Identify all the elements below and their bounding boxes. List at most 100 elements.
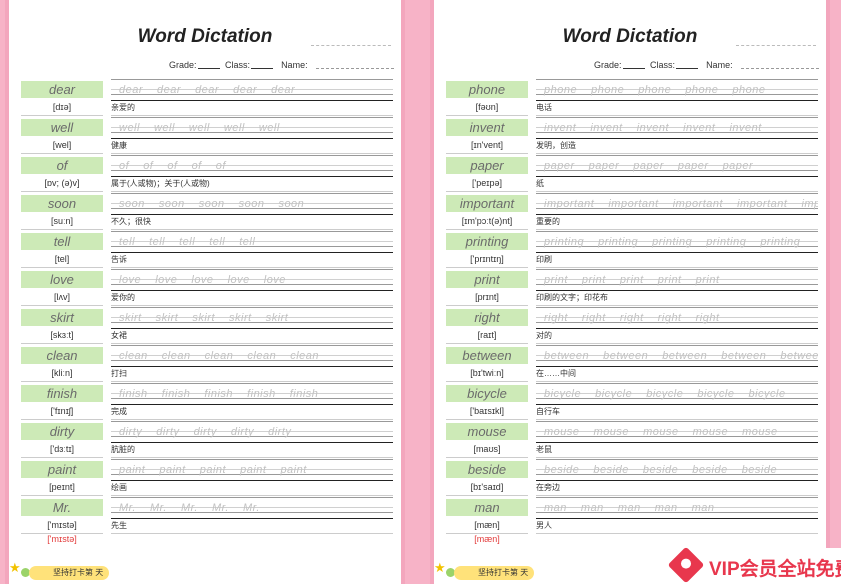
trace-word: invent [544, 122, 577, 134]
tracing-line[interactable]: soon soon soon soon soon [111, 193, 393, 215]
tracing-line[interactable]: print print print print print [536, 269, 818, 291]
grade-blank[interactable] [197, 68, 220, 69]
check-in-badge: 坚持打卡第 天 [29, 566, 110, 580]
grade-label: Grade: [594, 60, 622, 70]
trace-word: important [801, 198, 818, 210]
extra-phonetic: [mæn] [474, 534, 500, 544]
meaning-label: 自行车 [536, 404, 818, 420]
trace-word: beside [741, 464, 778, 476]
word-label: right [446, 309, 528, 326]
trace-word: skirt [155, 312, 179, 324]
grade-blank[interactable] [622, 68, 645, 69]
tracing-line[interactable]: paint paint paint paint paint [111, 459, 393, 481]
phonetic-label: ['baɪsɪkl] [446, 404, 528, 420]
tracing-line[interactable]: mouse mouse mouse mouse mouse [536, 421, 818, 443]
tracing-line[interactable]: well well well well well [111, 117, 393, 139]
trace-word: right [581, 312, 606, 324]
word-label: skirt [21, 309, 103, 326]
word-entry: soon [suːn] soon soon soon soon soon 不久；很快 [21, 193, 393, 231]
phonetic-label: [ɪm'pɔːt(ə)nt] [446, 214, 528, 230]
trace-word: paint [280, 464, 307, 476]
trace-word: love [155, 274, 178, 286]
word-label: tell [21, 233, 103, 250]
meaning-label: 发明，创造 [536, 138, 818, 154]
trace-word: bicycle [748, 388, 786, 400]
name-blank[interactable] [315, 68, 394, 69]
phonetic-label: [ɪn'vent] [446, 138, 528, 154]
tracing-line[interactable]: paper paper paper paper paper [536, 155, 818, 177]
tracing-line[interactable]: right right right right right [536, 307, 818, 329]
phonetic-label: ['dɜːtɪ] [21, 442, 103, 458]
trace-word: clean [161, 350, 191, 362]
trace-word: tell [119, 236, 136, 248]
phonetic-label: ['fɪnɪʃ] [21, 404, 103, 420]
phonetic-label: [suːn] [21, 214, 103, 230]
phonetic-label: [fəʊn] [446, 100, 528, 116]
tracing-line[interactable]: beside beside beside beside beside [536, 459, 818, 481]
class-label: Class: [650, 60, 676, 70]
tracing-line[interactable]: important important important important impo… [536, 193, 818, 215]
trace-word: phone [732, 84, 766, 96]
word-label: Mr. [21, 499, 103, 516]
word-entry: tell [tel] tell tell tell tell tell 告诉 [21, 231, 393, 269]
trace-word: beside [593, 464, 629, 476]
trace-word: bicycle [544, 388, 582, 400]
trace-word: bicycle [697, 388, 735, 400]
class-blank[interactable] [676, 68, 699, 69]
trace-word: soon [158, 198, 185, 210]
trace-word: phone [685, 84, 719, 96]
word-label: paper [446, 157, 528, 174]
vip-watermark[interactable]: VIP会员全站免费 [667, 546, 841, 584]
trace-word: paper [588, 160, 620, 172]
tracing-line[interactable]: of of of of of [111, 155, 393, 177]
tracing-line[interactable]: love love love love love [111, 269, 393, 291]
tracing-line[interactable]: skirt skirt skirt skirt skirt [111, 307, 393, 329]
phonetic-label: [bɪ'saɪd] [446, 480, 528, 496]
tracing-line[interactable]: dear dear dear dear dear [111, 79, 393, 101]
meaning-label: 肮脏的 [111, 442, 393, 458]
phonetic-label: [skɜːt] [21, 328, 103, 344]
tracing-line[interactable]: phone phone phone phone phone [536, 79, 818, 101]
trace-word: soon [278, 198, 305, 210]
trace-word: well [153, 122, 175, 134]
word-label: dirty [21, 423, 103, 440]
tracing-line[interactable]: between between between between between [536, 345, 818, 367]
trace-word: soon [119, 198, 145, 210]
tracing-line[interactable]: finish finish finish finish finish [111, 383, 393, 405]
tracing-line[interactable]: tell tell tell tell tell [111, 231, 393, 253]
trace-word: dirty [156, 426, 180, 438]
extra-phonetic: ['mɪstə] [47, 534, 77, 544]
tracing-line[interactable]: dirty dirty dirty dirty dirty [111, 421, 393, 443]
word-entry: printing ['prɪntɪŋ] printing printing printi… [446, 231, 818, 269]
word-entry: love [lʌv] love love love love love 爱你的 [21, 269, 393, 307]
word-entry: well [wel] well well well well well 健康 [21, 117, 393, 155]
class-blank[interactable] [251, 68, 274, 69]
trace-word: beside [692, 464, 728, 476]
meaning-label: 电话 [536, 100, 818, 116]
trace-word: between [603, 350, 649, 362]
word-label: print [446, 271, 528, 288]
trace-word: dear [119, 84, 144, 96]
tracing-line[interactable]: man man man man man [536, 497, 818, 519]
tracing-line[interactable]: clean clean clean clean clean [111, 345, 393, 367]
meaning-label: 属于(人或物)；关于(人或物) [111, 176, 393, 192]
trace-word: Mr. [242, 502, 260, 514]
trace-word: dear [271, 84, 296, 96]
trace-word: bicycle [646, 388, 684, 400]
student-info-line: Grade: Class: Name: [169, 60, 394, 70]
tracing-line[interactable]: printing printing printing printing printing [536, 231, 818, 253]
tracing-line[interactable]: invent invent invent invent invent [536, 117, 818, 139]
trace-word: finish [247, 388, 276, 400]
tracing-line[interactable]: bicycle bicycle bicycle bicycle bicycle [536, 383, 818, 405]
trace-word: printing [652, 236, 693, 248]
trace-word: print [619, 274, 644, 286]
trace-word: paint [159, 464, 186, 476]
grade-label: Grade: [169, 60, 197, 70]
tracing-line[interactable]: Mr. Mr. Mr. Mr. Mr. [111, 497, 393, 519]
phonetic-label: ['peɪpə] [446, 176, 528, 192]
phonetic-label: [maʊs] [446, 442, 528, 458]
word-entry: phone [fəʊn] phone phone phone phone phone 电话 [446, 79, 818, 117]
name-blank[interactable] [740, 68, 819, 69]
meaning-label: 爱你的 [111, 290, 393, 306]
word-label: paint [21, 461, 103, 478]
